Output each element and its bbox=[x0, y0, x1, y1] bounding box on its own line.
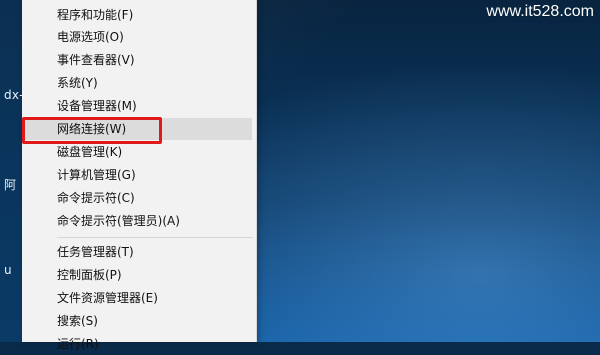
menu-item-disk-management[interactable]: 磁盘管理(K) bbox=[22, 141, 252, 163]
menu-item-control-panel[interactable]: 控制面板(P) bbox=[22, 264, 252, 286]
menu-divider bbox=[57, 237, 253, 238]
menu-item-device-manager[interactable]: 设备管理器(M) bbox=[22, 95, 252, 117]
menu-item-command-prompt-admin[interactable]: 命令提示符(管理员)(A) bbox=[22, 210, 252, 232]
menu-item-network-connections[interactable]: 网络连接(W) bbox=[22, 118, 252, 140]
menu-item-task-manager[interactable]: 任务管理器(T) bbox=[22, 241, 252, 263]
desktop-icon-label-fragment[interactable]: 阿 bbox=[4, 176, 16, 193]
menu-item-search[interactable]: 搜索(S) bbox=[22, 310, 252, 332]
menu-item-power-options[interactable]: 电源选项(O) bbox=[22, 26, 252, 48]
menu-item-programs-features[interactable]: 程序和功能(F) bbox=[22, 4, 252, 26]
desktop-icon-label-fragment[interactable]: dx- bbox=[4, 88, 24, 102]
site-watermark: www.it528.com bbox=[486, 3, 594, 20]
desktop-left-strip bbox=[0, 0, 22, 342]
menu-item-event-viewer[interactable]: 事件查看器(V) bbox=[22, 49, 252, 71]
menu-item-run[interactable]: 运行(R) bbox=[22, 333, 252, 355]
winx-context-menu: 程序和功能(F) 电源选项(O) 事件查看器(V) 系统(Y) 设备管理器(M)… bbox=[22, 0, 257, 351]
menu-item-command-prompt[interactable]: 命令提示符(C) bbox=[22, 187, 252, 209]
menu-item-file-explorer[interactable]: 文件资源管理器(E) bbox=[22, 287, 252, 309]
menu-item-system[interactable]: 系统(Y) bbox=[22, 72, 252, 94]
desktop-icon-label-fragment[interactable]: u bbox=[4, 263, 12, 277]
menu-item-computer-management[interactable]: 计算机管理(G) bbox=[22, 164, 252, 186]
